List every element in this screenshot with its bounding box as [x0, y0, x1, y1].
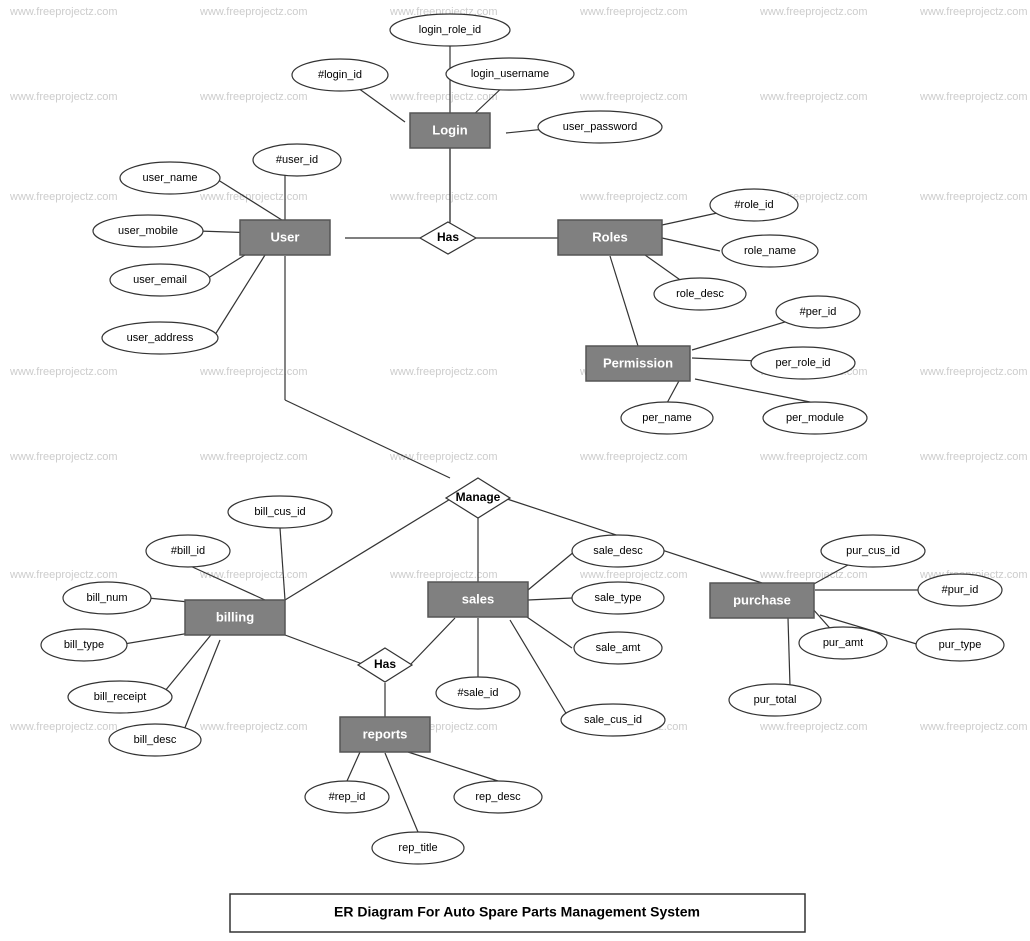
svg-text:www.freeprojectz.com: www.freeprojectz.com	[199, 91, 308, 103]
entity-login-label: Login	[432, 122, 467, 137]
attr-per-role-id-label: per_role_id	[775, 357, 830, 369]
attr-login-id-label: #login_id	[318, 69, 362, 81]
attr-user-email-label: user_email	[133, 274, 187, 286]
attr-pur-cus-id-label: pur_cus_id	[846, 545, 900, 557]
svg-text:www.freeprojectz.com: www.freeprojectz.com	[9, 569, 118, 581]
attr-pur-total-label: pur_total	[754, 694, 797, 706]
er-diagram: www.freeprojectz.com www.freeprojectz.co…	[0, 0, 1030, 941]
relationship-manage-label: Manage	[456, 490, 501, 504]
svg-text:www.freeprojectz.com: www.freeprojectz.com	[9, 91, 118, 103]
attr-rep-title-label: rep_title	[398, 842, 437, 854]
attr-pur-id-label: #pur_id	[942, 584, 979, 596]
svg-text:www.freeprojectz.com: www.freeprojectz.com	[199, 366, 308, 378]
svg-text:www.freeprojectz.com: www.freeprojectz.com	[9, 721, 118, 733]
entity-user-label: User	[271, 229, 300, 244]
attr-per-module-label: per_module	[786, 412, 844, 424]
attr-bill-cus-id-label: bill_cus_id	[254, 506, 305, 518]
entity-sales-label: sales	[462, 591, 495, 606]
attr-login-username-label: login_username	[471, 68, 549, 80]
attr-rep-id-label: #rep_id	[329, 791, 366, 803]
svg-text:www.freeprojectz.com: www.freeprojectz.com	[9, 451, 118, 463]
attr-sale-type-label: sale_type	[594, 592, 641, 604]
attr-sale-id-label: #sale_id	[458, 687, 499, 699]
entity-roles-label: Roles	[592, 229, 627, 244]
svg-text:www.freeprojectz.com: www.freeprojectz.com	[389, 569, 498, 581]
attr-sale-amt-label: sale_amt	[596, 642, 641, 654]
relationship-has1-label: Has	[437, 230, 459, 244]
svg-text:www.freeprojectz.com: www.freeprojectz.com	[199, 191, 308, 203]
svg-text:www.freeprojectz.com: www.freeprojectz.com	[919, 6, 1028, 18]
attr-role-name-label: role_name	[744, 245, 796, 257]
attr-bill-desc-label: bill_desc	[134, 734, 177, 746]
svg-text:www.freeprojectz.com: www.freeprojectz.com	[199, 721, 308, 733]
svg-text:www.freeprojectz.com: www.freeprojectz.com	[579, 569, 688, 581]
svg-text:www.freeprojectz.com: www.freeprojectz.com	[759, 91, 868, 103]
svg-text:www.freeprojectz.com: www.freeprojectz.com	[199, 6, 308, 18]
attr-user-address-label: user_address	[127, 332, 194, 344]
svg-text:www.freeprojectz.com: www.freeprojectz.com	[759, 451, 868, 463]
attr-user-id-label: #user_id	[276, 154, 318, 166]
attr-user-mobile-label: user_mobile	[118, 225, 178, 237]
svg-text:www.freeprojectz.com: www.freeprojectz.com	[579, 6, 688, 18]
svg-text:www.freeprojectz.com: www.freeprojectz.com	[919, 451, 1028, 463]
attr-rep-desc-label: rep_desc	[475, 791, 521, 803]
attr-sale-desc-label: sale_desc	[593, 545, 643, 557]
attr-user-password-label: user_password	[563, 121, 638, 133]
attr-user-name-label: user_name	[142, 172, 197, 184]
entity-permission-label: Permission	[603, 355, 673, 370]
svg-text:www.freeprojectz.com: www.freeprojectz.com	[579, 91, 688, 103]
watermark: www.freeprojectz.com	[9, 6, 118, 18]
attr-pur-amt-label: pur_amt	[823, 637, 863, 649]
svg-text:www.freeprojectz.com: www.freeprojectz.com	[389, 366, 498, 378]
attr-bill-num-label: bill_num	[87, 592, 128, 604]
attr-role-desc-label: role_desc	[676, 288, 724, 300]
attr-per-name-label: per_name	[642, 412, 692, 424]
entity-billing-label: billing	[216, 609, 254, 624]
svg-text:www.freeprojectz.com: www.freeprojectz.com	[919, 91, 1028, 103]
svg-text:www.freeprojectz.com: www.freeprojectz.com	[919, 191, 1028, 203]
attr-login-role-id-label: login_role_id	[419, 24, 481, 36]
attr-bill-receipt-label: bill_receipt	[94, 691, 147, 703]
svg-text:www.freeprojectz.com: www.freeprojectz.com	[199, 451, 308, 463]
entity-reports-label: reports	[363, 726, 408, 741]
svg-text:www.freeprojectz.com: www.freeprojectz.com	[9, 366, 118, 378]
svg-text:www.freeprojectz.com: www.freeprojectz.com	[919, 721, 1028, 733]
svg-text:www.freeprojectz.com: www.freeprojectz.com	[759, 6, 868, 18]
attr-pur-type-label: pur_type	[939, 639, 982, 651]
relationship-has2-label: Has	[374, 657, 396, 671]
svg-text:www.freeprojectz.com: www.freeprojectz.com	[579, 451, 688, 463]
svg-text:www.freeprojectz.com: www.freeprojectz.com	[9, 191, 118, 203]
svg-text:www.freeprojectz.com: www.freeprojectz.com	[759, 569, 868, 581]
svg-text:www.freeprojectz.com: www.freeprojectz.com	[919, 366, 1028, 378]
svg-text:www.freeprojectz.com: www.freeprojectz.com	[199, 569, 308, 581]
attr-sale-cus-id-label: sale_cus_id	[584, 714, 642, 726]
attr-bill-id-label: #bill_id	[171, 545, 205, 557]
svg-text:www.freeprojectz.com: www.freeprojectz.com	[389, 91, 498, 103]
entity-purchase-label: purchase	[733, 592, 791, 607]
attr-bill-type-label: bill_type	[64, 639, 104, 651]
svg-text:www.freeprojectz.com: www.freeprojectz.com	[759, 721, 868, 733]
attr-per-id-label: #per_id	[800, 306, 837, 318]
caption-text: ER Diagram For Auto Spare Parts Manageme…	[334, 904, 700, 920]
svg-text:www.freeprojectz.com: www.freeprojectz.com	[579, 191, 688, 203]
svg-text:www.freeprojectz.com: www.freeprojectz.com	[389, 191, 498, 203]
attr-role-id-label: #role_id	[734, 199, 773, 211]
